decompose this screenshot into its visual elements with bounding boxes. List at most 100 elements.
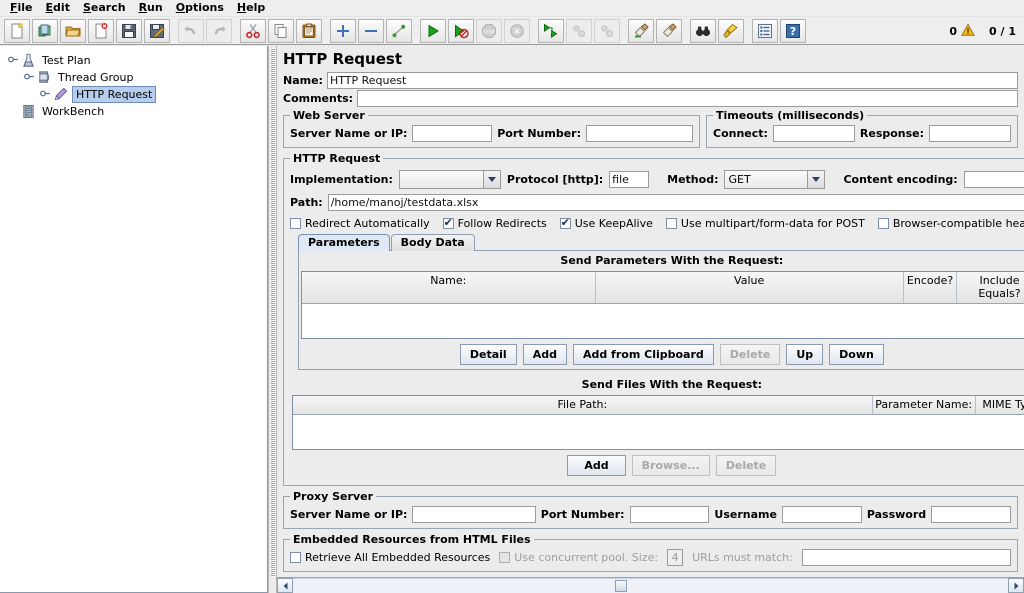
method-label: Method:	[667, 173, 719, 186]
expand-handle-icon[interactable]	[22, 71, 36, 85]
run-counter: 0 / 1	[989, 24, 1016, 38]
path-input[interactable]: /home/manoj/testdata.xlsx	[327, 194, 1024, 211]
column-parameter-name[interactable]: Parameter Name:	[873, 396, 976, 414]
checkbox-follow-redirects[interactable]: Follow Redirects	[442, 216, 547, 230]
tree-node-workbench[interactable]: WorkBench	[4, 103, 267, 120]
tab-body-data[interactable]: Body Data	[390, 234, 475, 251]
parameters-title: Send Parameters With the Request:	[560, 254, 784, 267]
timeouts-group: Timeouts (milliseconds) Connect: Respons…	[706, 109, 1018, 148]
protocol-input[interactable]: file	[609, 171, 650, 188]
response-timeout-input[interactable]	[929, 125, 1011, 142]
checkbox-label: Redirect Automatically	[305, 217, 430, 230]
close-icon[interactable]	[88, 18, 114, 43]
port-number-input[interactable]	[586, 125, 693, 142]
method-select[interactable]: GET	[724, 170, 826, 189]
scrollbar-track[interactable]	[293, 578, 1008, 593]
implementation-select[interactable]	[398, 170, 501, 189]
menu-edit[interactable]: Edit	[40, 0, 77, 16]
server-name-input[interactable]	[412, 125, 493, 142]
comments-label: Comments:	[283, 92, 354, 105]
save-icon[interactable]	[116, 18, 142, 43]
scroll-right-icon[interactable]	[1008, 578, 1024, 593]
remote-start-all-icon[interactable]	[538, 18, 564, 43]
tree-node-http-request[interactable]: HTTP Request	[4, 86, 267, 103]
urls-must-match-input[interactable]	[801, 549, 1011, 566]
checkbox-use-multipart[interactable]: Use multipart/form-data for POST	[665, 217, 865, 230]
clear-icon[interactable]	[628, 18, 654, 43]
chevron-down-icon	[807, 171, 825, 188]
start-icon[interactable]	[420, 18, 446, 43]
clear-all-icon[interactable]	[656, 18, 682, 43]
add-file-button[interactable]: Add	[567, 455, 626, 476]
parameters-table-body[interactable]	[302, 304, 1024, 338]
search-reset-icon[interactable]	[718, 18, 744, 43]
menu-options[interactable]: Options	[170, 0, 231, 16]
move-up-button[interactable]: Up	[786, 344, 824, 365]
split-divider[interactable]	[268, 46, 277, 593]
tab-parameters[interactable]: Parameters	[298, 234, 390, 251]
copy-icon[interactable]	[268, 18, 294, 43]
templates-icon[interactable]	[32, 18, 58, 43]
paste-icon[interactable]	[296, 18, 322, 43]
new-icon[interactable]	[4, 18, 30, 43]
files-table-body[interactable]	[293, 415, 1024, 449]
menu-run[interactable]: Run	[133, 0, 170, 16]
expand-handle-icon[interactable]	[6, 54, 20, 68]
tree-node-test-plan[interactable]: Test Plan	[4, 52, 267, 69]
column-mime-type[interactable]: MIME Type:	[976, 396, 1024, 414]
column-value[interactable]: Value	[596, 272, 904, 303]
menu-search[interactable]: Search	[77, 0, 133, 16]
parameters-table-header: Name: Value Encode? Include Equals?	[302, 272, 1024, 304]
horizontal-scrollbar[interactable]	[277, 577, 1024, 593]
files-table[interactable]: File Path: Parameter Name: MIME Type:	[292, 395, 1024, 450]
redo-icon	[206, 18, 232, 43]
parameters-table[interactable]: Name: Value Encode? Include Equals?	[301, 271, 1024, 339]
name-input[interactable]: HTTP Request	[326, 72, 1018, 89]
start-no-pauses-icon[interactable]	[448, 18, 474, 43]
scroll-left-icon[interactable]	[277, 578, 293, 593]
tree-node-thread-group[interactable]: Thread Group	[4, 69, 267, 86]
checkbox-retrieve-embedded[interactable]: Retrieve All Embedded Resources	[290, 551, 490, 564]
proxy-username-input[interactable]	[781, 506, 862, 523]
expand-handle-icon[interactable]	[38, 88, 52, 102]
save-as-icon[interactable]	[144, 18, 170, 43]
open-icon[interactable]	[60, 18, 86, 43]
tree-label-http-request: HTTP Request	[72, 86, 157, 103]
help-icon[interactable]: ?	[780, 18, 806, 43]
toggle-icon[interactable]	[386, 18, 412, 43]
comments-input[interactable]	[357, 90, 1018, 107]
function-helper-icon[interactable]	[752, 18, 778, 43]
collapse-icon[interactable]	[358, 18, 384, 43]
column-include-equals[interactable]: Include Equals?	[957, 272, 1024, 303]
column-encode[interactable]: Encode?	[904, 272, 958, 303]
warning-status[interactable]: 0	[949, 22, 975, 40]
svg-text:STOP: STOP	[483, 29, 495, 35]
checkbox-redirect-automatically[interactable]: Redirect Automatically	[290, 217, 430, 230]
test-plan-tree[interactable]: Test Plan Thread Group HTTP Request Work…	[0, 46, 268, 593]
menu-help[interactable]: Help	[231, 0, 272, 16]
proxy-username-label: Username	[714, 508, 777, 521]
content-encoding-input[interactable]	[963, 171, 1024, 188]
expand-icon[interactable]	[330, 18, 356, 43]
checkbox-label: Use multipart/form-data for POST	[680, 217, 865, 230]
workbench-icon	[20, 104, 37, 120]
proxy-port-input[interactable]	[629, 506, 710, 523]
column-file-path[interactable]: File Path:	[293, 396, 873, 414]
checkbox-browser-compatible-headers[interactable]: Browser-compatible headers	[877, 217, 1024, 230]
detail-button[interactable]: Detail	[459, 344, 517, 365]
web-server-group: Web Server Server Name or IP: Port Numbe…	[283, 109, 700, 148]
checkbox-use-keepalive[interactable]: Use KeepAlive	[559, 216, 653, 230]
shutdown-icon	[504, 18, 530, 43]
connect-timeout-input[interactable]	[772, 125, 855, 142]
search-icon[interactable]	[690, 18, 716, 43]
cut-icon[interactable]	[240, 18, 266, 43]
move-down-button[interactable]: Down	[829, 344, 884, 365]
add-from-clipboard-button[interactable]: Add from Clipboard	[572, 344, 714, 365]
connect-timeout-label: Connect:	[713, 127, 768, 140]
scrollbar-thumb[interactable]	[615, 580, 627, 592]
proxy-server-name-input[interactable]	[412, 506, 536, 523]
proxy-password-input[interactable]	[931, 506, 1011, 523]
column-name[interactable]: Name:	[302, 272, 596, 303]
menu-file[interactable]: FFileile	[4, 0, 40, 16]
add-parameter-button[interactable]: Add	[522, 344, 567, 365]
